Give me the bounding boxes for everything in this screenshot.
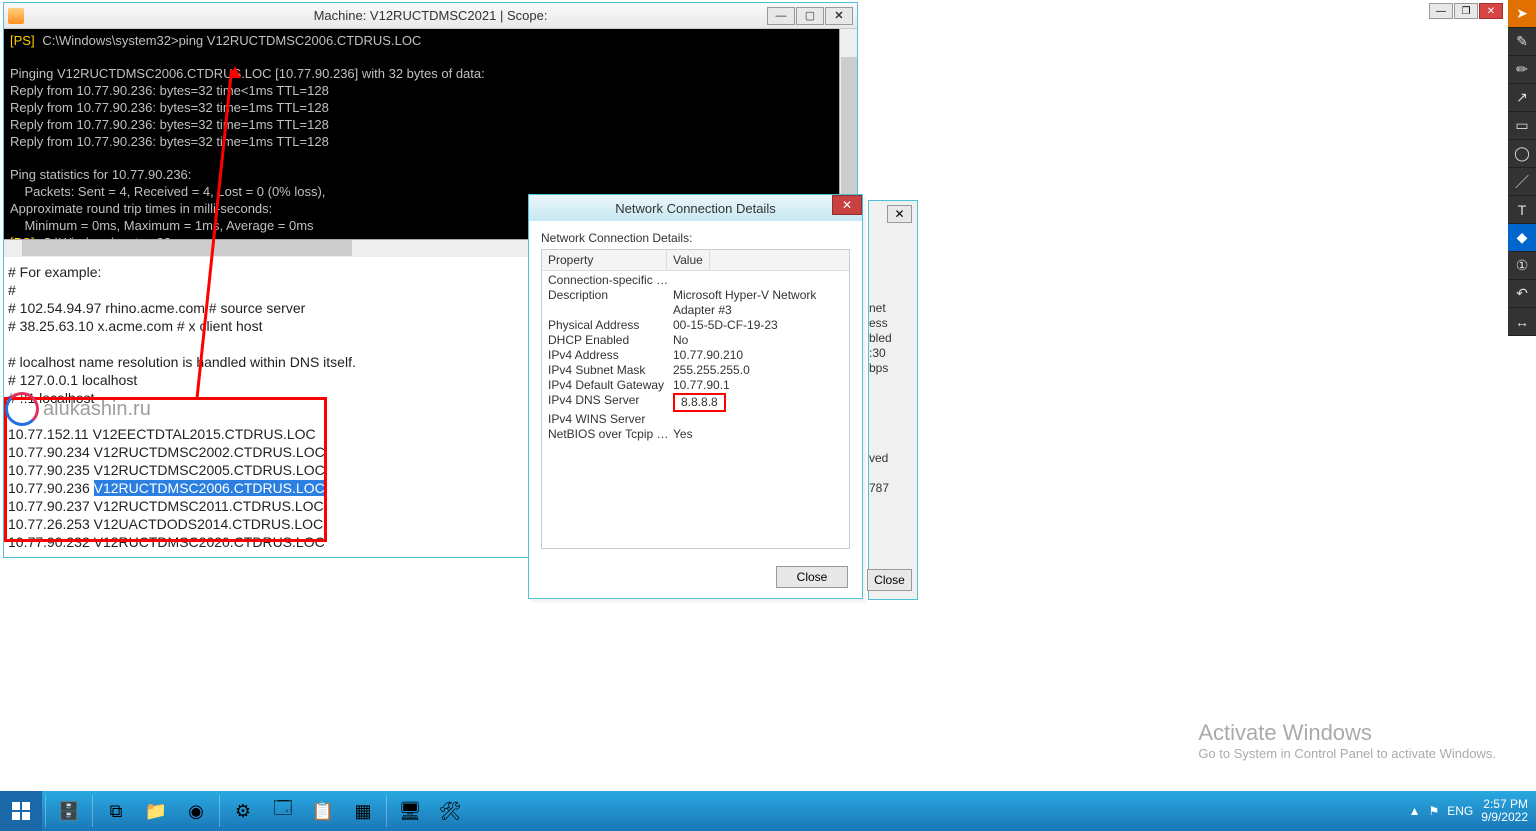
- highlighter-tool-icon[interactable]: ✏: [1508, 56, 1536, 84]
- dialog-close-button[interactable]: ✕: [832, 195, 862, 215]
- parent-peek-text: net ess bled :30 bps ved 787: [869, 301, 892, 496]
- vm-titlebar[interactable]: Machine: V12RUCTDMSC2021 | Scope: — ▢ ✕: [4, 3, 857, 29]
- system-tray[interactable]: ▲ ⚑ ENG 2:57 PM 9/9/2022: [1409, 798, 1536, 824]
- dialog-label: Network Connection Details:: [541, 231, 850, 245]
- parent-close-x[interactable]: ✕: [887, 205, 912, 223]
- table-row: IPv4 Subnet Mask255.255.255.0: [542, 363, 849, 378]
- dialog-titlebar[interactable]: Network Connection Details ✕: [529, 195, 862, 221]
- vm-icon: [8, 8, 24, 24]
- table-row: IPv4 Address10.77.90.210: [542, 348, 849, 363]
- dialog-title-text: Network Connection Details: [615, 201, 775, 216]
- outer-close[interactable]: ✕: [1479, 3, 1503, 19]
- powershell-icon[interactable]: ⧉: [96, 791, 136, 831]
- annotation-arrow-head: [229, 66, 241, 78]
- text-tool-icon[interactable]: T: [1508, 196, 1536, 224]
- undo-icon[interactable]: ↶: [1508, 280, 1536, 308]
- app-icon[interactable]: ⚙: [223, 791, 263, 831]
- watermark-logo-icon: [5, 392, 39, 426]
- expand-icon[interactable]: ↔: [1508, 308, 1536, 336]
- maximize-button[interactable]: ▢: [796, 7, 824, 25]
- arrow-tool-icon[interactable]: ↗: [1508, 84, 1536, 112]
- col-value[interactable]: Value: [667, 250, 710, 270]
- app-icon[interactable]: 📋: [303, 791, 343, 831]
- vm-title-text: Machine: V12RUCTDMSC2021 | Scope:: [314, 8, 548, 23]
- table-row: IPv4 WINS Server: [542, 412, 849, 427]
- app-icon[interactable]: 🖥: [390, 791, 430, 831]
- blur-tool-icon[interactable]: ◆: [1508, 224, 1536, 252]
- chrome-icon[interactable]: ◉: [176, 791, 216, 831]
- property-table: Property Value Connection-specific DN...…: [541, 249, 850, 549]
- app-icon[interactable]: 🗔: [263, 791, 303, 831]
- outer-restore[interactable]: ❐: [1454, 3, 1478, 19]
- table-row: NetBIOS over Tcpip En...Yes: [542, 427, 849, 442]
- ellipse-tool-icon[interactable]: ◯: [1508, 140, 1536, 168]
- parent-status-dialog: ✕ net ess bled :30 bps ved 787 Close: [868, 200, 918, 600]
- taskbar: 🗄️ ⧉ 📁 ◉ ⚙ 🗔 📋 ▦ 🖥 🛠 ▲ ⚑ ENG 2:57 PM 9/9…: [0, 791, 1536, 831]
- outer-minimize[interactable]: —: [1429, 3, 1453, 19]
- table-row: DHCP EnabledNo: [542, 333, 849, 348]
- tray-flag-icon[interactable]: ⚑: [1429, 804, 1440, 818]
- outer-window-controls: — ❐ ✕: [1428, 3, 1503, 19]
- app-icon[interactable]: ▦: [343, 791, 383, 831]
- watermark: alukashin.ru: [5, 392, 151, 426]
- explorer-icon[interactable]: 📁: [136, 791, 176, 831]
- activate-windows-watermark: Activate Windows Go to System in Control…: [1198, 720, 1496, 761]
- pen-tool-icon[interactable]: ✎: [1508, 28, 1536, 56]
- tray-up-icon[interactable]: ▲: [1409, 804, 1421, 818]
- table-row: IPv4 Default Gateway10.77.90.1: [542, 378, 849, 393]
- minimize-button[interactable]: —: [767, 7, 795, 25]
- table-row: DescriptionMicrosoft Hyper-V Network Ada…: [542, 288, 849, 318]
- dns-highlight: 8.8.8.8: [673, 393, 726, 412]
- table-row: IPv4 DNS Server8.8.8.8: [542, 393, 849, 412]
- start-button[interactable]: [0, 791, 42, 831]
- table-row: Connection-specific DN...: [542, 273, 849, 288]
- control-panel-icon[interactable]: 🛠: [430, 791, 470, 831]
- close-button[interactable]: ✕: [825, 7, 853, 25]
- network-details-dialog: Network Connection Details ✕ Network Con…: [528, 194, 863, 599]
- counter-tool-icon[interactable]: ①: [1508, 252, 1536, 280]
- close-button[interactable]: Close: [776, 566, 848, 588]
- col-property[interactable]: Property: [542, 250, 667, 270]
- pointer-tool-icon[interactable]: ➤: [1508, 0, 1536, 28]
- snip-toolbar: ➤ ✎ ✏ ↗ ▭ ◯ ／ T ◆ ① ↶ ↔: [1508, 0, 1536, 335]
- tray-date: 9/9/2022: [1481, 811, 1528, 824]
- line-tool-icon[interactable]: ／: [1508, 168, 1536, 196]
- server-manager-icon[interactable]: 🗄️: [49, 791, 89, 831]
- parent-close-button[interactable]: Close: [867, 569, 912, 591]
- rect-tool-icon[interactable]: ▭: [1508, 112, 1536, 140]
- tray-lang[interactable]: ENG: [1447, 804, 1473, 818]
- table-row: Physical Address00-15-5D-CF-19-23: [542, 318, 849, 333]
